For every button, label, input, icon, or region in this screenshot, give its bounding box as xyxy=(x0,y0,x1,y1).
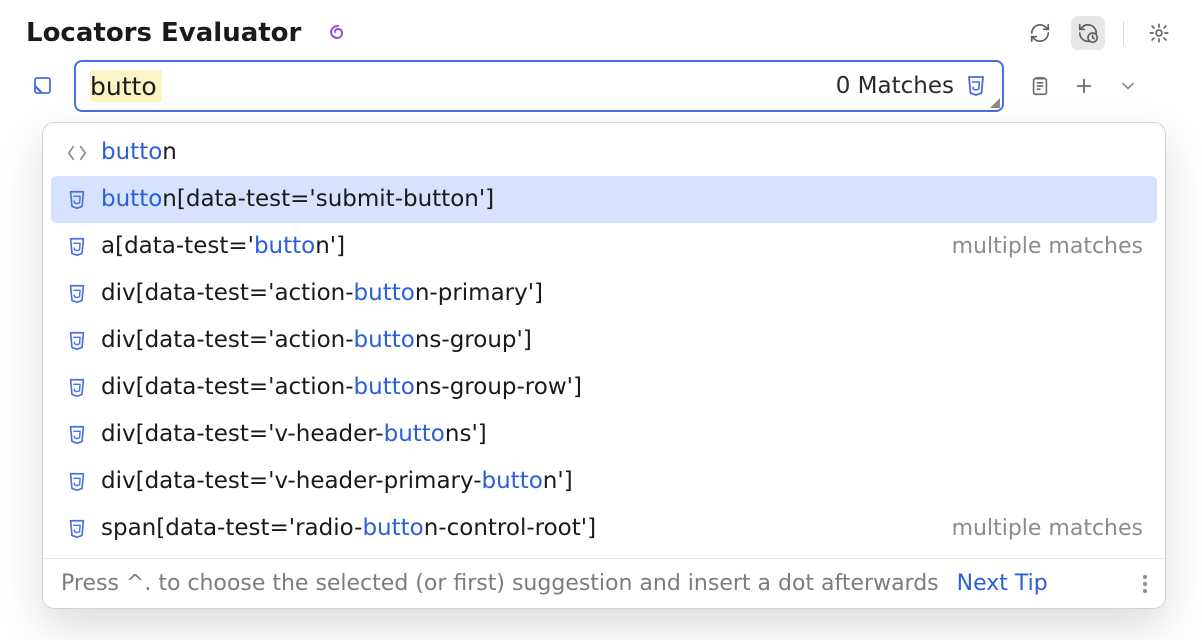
suggestion-text: button[data-test='submit-button'] xyxy=(101,184,494,215)
css-selector-icon xyxy=(65,235,89,259)
locator-input-container: butto 0 Matches xyxy=(74,60,1004,112)
search-toolbar xyxy=(1026,72,1142,100)
suggestion-text: div[data-test='v-header-buttons'] xyxy=(101,419,487,450)
suggestion-item[interactable]: span[data-test='radio-button-control-roo… xyxy=(51,505,1157,552)
css-selector-icon xyxy=(65,517,89,541)
matches-count: 0 Matches xyxy=(836,73,954,99)
refresh-history-icon[interactable] xyxy=(1071,16,1105,50)
add-icon[interactable] xyxy=(1070,72,1098,100)
more-options-icon[interactable] xyxy=(1143,575,1147,593)
suggestion-item[interactable]: div[data-test='action-button-primary'] xyxy=(51,270,1157,317)
footer-hint: Press ^. to choose the selected (or firs… xyxy=(61,571,939,596)
suggestion-text: div[data-test='action-buttons-group'] xyxy=(101,325,532,356)
history-icon[interactable] xyxy=(1026,72,1054,100)
css-selector-icon xyxy=(65,282,89,306)
suggestion-tail: multiple matches xyxy=(952,514,1143,544)
suggestion-item[interactable]: div[data-test='v-header-buttons'] xyxy=(51,411,1157,458)
css-selector-icon xyxy=(65,188,89,212)
suggestion-text: span[data-test='radio-button-control-roo… xyxy=(101,513,596,544)
css-selector-icon xyxy=(65,470,89,494)
refresh-icon[interactable] xyxy=(1023,16,1057,50)
swirl-icon[interactable] xyxy=(325,20,351,46)
search-row: butto 0 Matches xyxy=(0,60,1202,112)
dropdown-footer: Press ^. to choose the selected (or firs… xyxy=(43,558,1165,608)
suggestion-text: a[data-test='button'] xyxy=(101,231,345,262)
suggestion-item[interactable]: div[data-test='v-header-primary-button'] xyxy=(51,458,1157,505)
suggestion-tail: multiple matches xyxy=(952,232,1143,262)
suggestion-item[interactable]: button[data-test='submit-button'] xyxy=(51,176,1157,223)
suggestion-item[interactable]: div[data-test='action-buttons-group'] xyxy=(51,317,1157,364)
locator-input[interactable]: butto xyxy=(90,72,157,101)
resize-handle[interactable] xyxy=(990,98,1000,108)
css-selector-icon xyxy=(65,423,89,447)
suggestion-item[interactable]: div[data-test='action-buttons-group-row'… xyxy=(51,364,1157,411)
element-picker-icon[interactable] xyxy=(26,69,60,103)
chevron-down-icon[interactable] xyxy=(1114,72,1142,100)
suggestions-list: button button[data-test='submit-button'] a… xyxy=(43,123,1165,552)
toolbar-divider xyxy=(1123,21,1124,45)
tag-icon xyxy=(65,141,89,165)
suggestion-item[interactable]: button xyxy=(51,129,1157,176)
suggestion-text: div[data-test='action-buttons-group-row'… xyxy=(101,372,582,403)
header-bar: Locators Evaluator xyxy=(0,0,1202,60)
suggestion-text: button xyxy=(101,137,177,168)
next-tip-link[interactable]: Next Tip xyxy=(957,571,1048,596)
suggestion-item[interactable]: a[data-test='button'] multiple matches xyxy=(51,223,1157,270)
suggestions-dropdown: button button[data-test='submit-button'] a… xyxy=(42,122,1166,609)
suggestion-text: div[data-test='action-button-primary'] xyxy=(101,278,543,309)
gear-icon[interactable] xyxy=(1142,16,1176,50)
suggestion-text: div[data-test='v-header-primary-button'] xyxy=(101,466,573,497)
css-selector-icon xyxy=(65,329,89,353)
css-selector-icon xyxy=(65,376,89,400)
css-selector-icon[interactable] xyxy=(962,72,990,100)
page-title: Locators Evaluator xyxy=(26,18,301,48)
